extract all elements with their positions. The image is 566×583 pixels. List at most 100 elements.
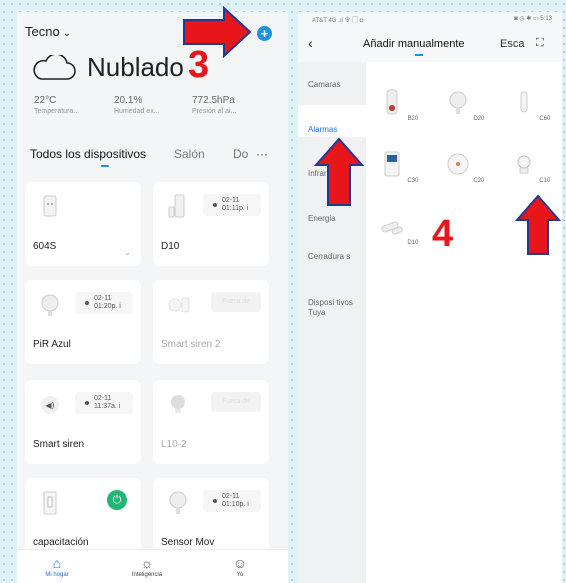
right-phone-screen: AT&T 4G .ıl 令 ▢ ◘ ◙ ◷ ✱ ▭ 5:13 ‹ Añadir … (298, 12, 562, 583)
smoke-detector-icon (447, 153, 469, 175)
device-card[interactable]: ◀) 02-11 11:37a. i Smart siren (25, 380, 141, 464)
nav-label: Mi hogar (45, 572, 69, 578)
device-card[interactable]: 02-11 01:20p. i PiR Azul (25, 280, 141, 364)
device-option-c20[interactable]: C20 (436, 150, 492, 184)
page-title[interactable]: Añadir manualmente (363, 38, 465, 50)
device-model: C10 (539, 178, 551, 184)
device-name: Smart siren (33, 439, 85, 450)
device-card[interactable]: 02-11 01:11p. i D10 (153, 182, 269, 266)
device-name: 604S (33, 241, 57, 252)
nav-label: Inteligencia (131, 572, 163, 578)
stat-value: 20.1% (114, 95, 143, 106)
tab-indicator (101, 165, 109, 167)
camera-ball-icon (171, 395, 185, 413)
user-icon: ☺ (232, 555, 248, 571)
bell-icon (213, 203, 217, 207)
event-date: 02-11 (222, 493, 240, 500)
device-option-c30[interactable]: C30 (370, 150, 426, 184)
carrier-signal: AT&T 4G .ıl 令 ▢ ◘ (312, 18, 364, 24)
event-time: 01:10p. i (222, 501, 249, 508)
last-event-badge: 02-11 01:11p. i (203, 194, 261, 216)
bell-icon (85, 401, 89, 405)
scan-icon[interactable]: ⛶ (536, 37, 544, 50)
bell-icon (85, 301, 89, 305)
sun-icon: ☼ (140, 555, 154, 571)
last-event-badge: 02-11 11:37a. i (75, 392, 133, 414)
door-sensor-icon (381, 221, 403, 235)
device-card[interactable]: Fuera de Smart siren 2 (153, 280, 269, 364)
svg-text:◀): ◀) (45, 401, 54, 410)
motion-sensor-icon (449, 91, 467, 114)
tab-indicator (415, 54, 423, 56)
back-arrow-icon[interactable]: ‹ (308, 35, 313, 51)
device-card[interactable]: 604S ⌄ (25, 182, 141, 266)
chevron-down-icon[interactable]: ⌄ (123, 247, 131, 258)
device-name: Sensor Mov (161, 537, 215, 548)
device-option-c10[interactable]: C10 (502, 150, 558, 184)
tab-all-devices[interactable]: Todos los dispositivos (30, 147, 146, 161)
add-device-button[interactable]: + (257, 26, 272, 41)
stat-label: Temperatura... (34, 108, 80, 115)
device-option-b20[interactable]: B20 (370, 88, 426, 122)
home-selector[interactable]: Tecno ⌄ (25, 24, 71, 39)
tab-salon[interactable]: Salón (174, 147, 205, 161)
device-model: C20 (473, 178, 485, 184)
event-time: 01:20p. i (94, 303, 121, 310)
sidebar-item-camaras[interactable]: Camaras (308, 80, 364, 90)
step-4-label: 4 (432, 213, 454, 255)
device-name: Smart siren 2 (161, 339, 221, 350)
event-date: 02-11 (94, 395, 112, 402)
smart-plug-icon (43, 195, 57, 217)
sidebar-item-alarmas[interactable]: Alarmas (308, 125, 364, 135)
switch-icon (43, 491, 57, 515)
left-phone-screen: Tecno ⌄ + Nublado 22°C Temperatura... 20.… (17, 12, 288, 583)
status-icons-time: ◙ ◷ ✱ ▭ 5:13 (514, 16, 552, 22)
cloud-icon (33, 55, 76, 80)
last-event-badge: 02-11 01:10p. i (203, 490, 261, 512)
motion-sensor-icon (169, 491, 187, 514)
home-icon: ⌂ (52, 555, 62, 571)
stat-temperature: 22°C Temperatura... (34, 95, 79, 115)
nav-intelligence[interactable]: ☼ Inteligencia (117, 554, 177, 578)
chevron-down-icon: ⌄ (62, 28, 72, 39)
device-option-d20[interactable]: D20 (436, 88, 492, 122)
power-toggle-button[interactable]: ⏻ (107, 490, 127, 510)
bottom-navigation: ⌂ Mi hogar ☼ Inteligencia ☺ Yo (17, 549, 288, 583)
sidebar-item-cerraduras[interactable]: Cerradura s (308, 252, 364, 262)
weather-condition: Nublado (87, 52, 184, 82)
stat-label: Humedad ex... (114, 108, 160, 115)
event-date: 02-11 (222, 197, 240, 204)
nav-home[interactable]: ⌂ Mi hogar (27, 554, 87, 578)
device-option-c60[interactable]: C60 (502, 88, 558, 122)
device-model: C60 (539, 116, 551, 122)
event-time: 11:37a. i (94, 403, 121, 410)
pir-sensor-icon (41, 294, 59, 316)
step-3-label: 3 (188, 44, 210, 86)
sidebar-item-energia[interactable]: Energia (308, 214, 364, 224)
home-name: Tecno (25, 24, 60, 39)
stat-pressure: 772.5hPa Presión al ai... (192, 95, 236, 115)
device-name: D10 (161, 241, 180, 252)
device-model: C30 (407, 178, 419, 184)
remote-icon (520, 91, 528, 113)
stat-label: Presión al ai... (192, 108, 237, 115)
device-model: D20 (473, 116, 485, 122)
red-arrow-up-icon (314, 137, 364, 206)
device-card[interactable]: Fuera de L10-2 (153, 380, 269, 464)
speaker-icon: ◀) (41, 396, 59, 414)
device-grid: B20 D20 C60 C30 C20 C10 D10 (366, 62, 562, 583)
nav-profile[interactable]: ☺ Yo (210, 554, 270, 578)
sidebar-item-tuya[interactable]: Disposi tivos Tuya (308, 298, 364, 318)
device-model: B20 (407, 116, 419, 122)
stat-value: 772.5hPa (192, 95, 235, 106)
device-option-d10[interactable]: D10 (370, 212, 426, 246)
stat-humidity: 20.1% Humedad ex... (114, 95, 160, 115)
device-name: capacitación (33, 537, 89, 548)
status-bar: AT&T 4G .ıl 令 ▢ ◘ ◙ ◷ ✱ ▭ 5:13 (312, 15, 552, 24)
status-badge: Fuera de (211, 292, 261, 312)
more-tabs-button[interactable]: ··· (256, 147, 268, 161)
red-arrow-up-icon (515, 194, 561, 255)
scan-tab[interactable]: Esca (500, 38, 524, 50)
tab-do[interactable]: Do (233, 147, 248, 161)
status-badge: Fuera de (211, 392, 261, 412)
